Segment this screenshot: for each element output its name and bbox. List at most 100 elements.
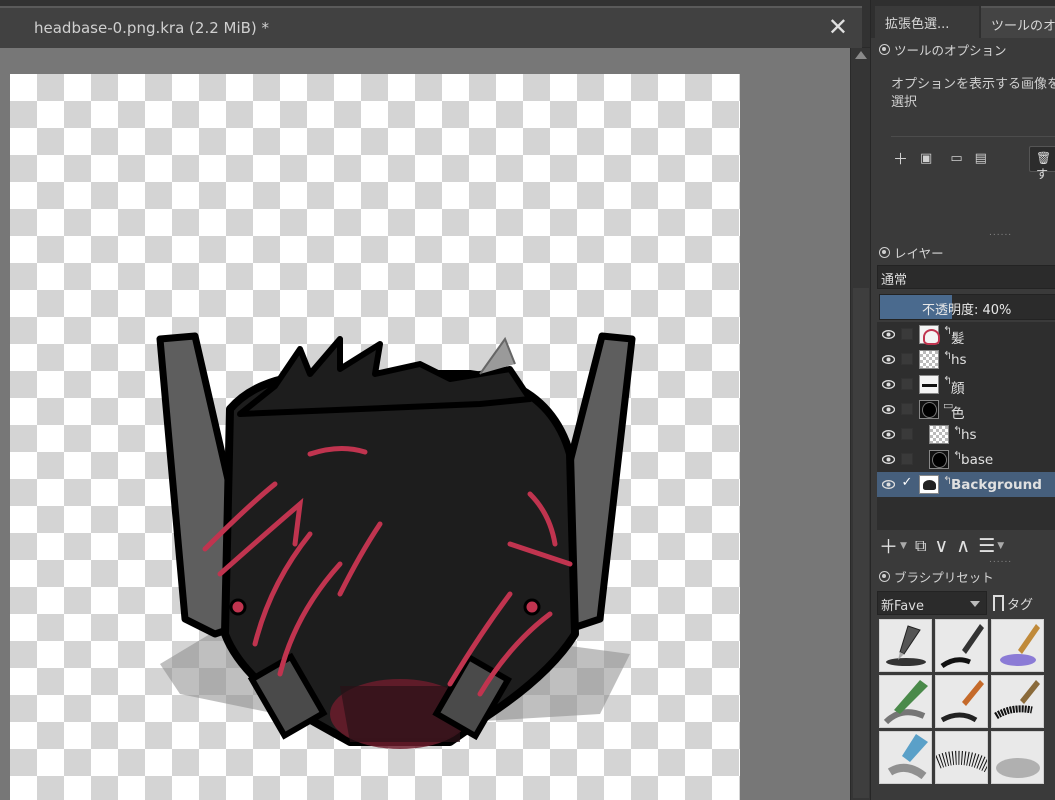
- layers-title: レイヤー: [894, 246, 944, 261]
- move-layer-down-icon[interactable]: ∨: [934, 535, 948, 557]
- layer-thumbnail: [929, 450, 949, 469]
- document-title: headbase-0.png.kra (2.2 MiB) *: [34, 19, 270, 37]
- docker-splitter-grip[interactable]: ......: [989, 228, 1012, 238]
- layer-thumbnail: [919, 475, 939, 494]
- layer-list[interactable]: ↰ 髪 ↰ hs ↰ 顔 ▭ 色 ↰ hs ↰ base ✓ ↰ Background: [877, 322, 1055, 530]
- save-preset-icon[interactable]: ▤: [975, 151, 987, 166]
- open-folder-icon[interactable]: ▭: [950, 151, 962, 166]
- brush-preset-marker[interactable]: [879, 731, 932, 784]
- eye-icon[interactable]: [881, 403, 896, 416]
- layer-select-checkbox[interactable]: [901, 353, 913, 365]
- docker-lock-icon[interactable]: [879, 247, 890, 258]
- eye-icon[interactable]: [881, 428, 896, 441]
- layer-select-checkbox[interactable]: [901, 428, 913, 440]
- layer-name: hs: [961, 427, 977, 443]
- chevron-down-icon: [970, 601, 980, 607]
- duplicate-layer-icon[interactable]: ⧉: [915, 536, 926, 556]
- scroll-up-arrow-icon[interactable]: [855, 51, 867, 59]
- move-layer-up-icon[interactable]: ∧: [956, 535, 970, 557]
- docker-lock-icon[interactable]: [879, 571, 890, 582]
- layer-name: hs: [951, 352, 967, 368]
- layer-name: base: [961, 452, 994, 468]
- layer-select-checkbox[interactable]: [901, 453, 913, 465]
- brush-preset-texture[interactable]: [935, 731, 988, 784]
- layer-name: 色: [951, 406, 965, 422]
- tab-advanced-color-selector[interactable]: 拡張色選...: [875, 6, 979, 38]
- tool-options-header: ツールのオプション: [879, 40, 1007, 59]
- scrollbar-track[interactable]: [853, 288, 869, 798]
- layer-thumbnail: [919, 375, 939, 394]
- eye-icon[interactable]: [881, 378, 896, 391]
- texture-brush-icon: [936, 750, 987, 773]
- ink-brush-icon: [940, 624, 984, 669]
- docker-splitter-grip[interactable]: ......: [989, 555, 1012, 565]
- layer-row[interactable]: ↰ base: [877, 447, 1055, 472]
- opacity-slider[interactable]: 不透明度: 40%: [879, 294, 1055, 320]
- brush-preset-ink-pen[interactable]: [879, 619, 932, 672]
- add-layer-icon[interactable]: ＋: [879, 532, 898, 559]
- brush-tag-select[interactable]: 新Fave: [877, 591, 987, 615]
- layer-select-checkbox[interactable]: [901, 328, 913, 340]
- docker-lock-icon[interactable]: [879, 44, 890, 55]
- brush-preset-airbrush[interactable]: [991, 731, 1044, 784]
- close-icon[interactable]: ✕: [828, 14, 848, 40]
- blend-mode-select[interactable]: 通常: [877, 265, 1055, 289]
- layer-properties-menu-icon[interactable]: ▼: [997, 541, 1004, 551]
- color-brush-icon: [1000, 624, 1040, 666]
- layer-thumbnail: [919, 400, 939, 419]
- document-canvas[interactable]: [10, 74, 740, 800]
- layer-select-checkbox[interactable]: [901, 378, 913, 390]
- copy-preset-icon[interactable]: ▣: [920, 151, 932, 166]
- trash-icon: 🗑: [1036, 151, 1052, 165]
- tool-options-title: ツールのオプション: [894, 43, 1007, 58]
- canvas-vertical-scrollbar[interactable]: [850, 48, 870, 800]
- layer-select-checkbox[interactable]: ✓: [901, 476, 913, 490]
- layer-name: 髪: [951, 331, 965, 347]
- layer-row[interactable]: ✓ ↰ Background: [877, 472, 1055, 497]
- brush-preset-paint-brush[interactable]: [935, 675, 988, 728]
- add-preset-icon[interactable]: ＋: [893, 148, 908, 169]
- document-tab-bar: headbase-0.png.kra (2.2 MiB) * ✕: [0, 0, 870, 48]
- layer-row[interactable]: ↰ 髪: [877, 322, 1055, 347]
- brush-preset-grid: [879, 619, 1049, 800]
- brush-preset-pencil[interactable]: [879, 675, 932, 728]
- layer-thumbnail: [919, 350, 939, 369]
- layer-row[interactable]: ↰ hs: [877, 422, 1055, 447]
- layer-row[interactable]: ▭ 色: [877, 397, 1055, 422]
- eye-icon[interactable]: [881, 453, 896, 466]
- canvas-area[interactable]: [0, 48, 850, 800]
- layer-row[interactable]: ↰ 顔: [877, 372, 1055, 397]
- layer-name: Background: [951, 477, 1042, 493]
- eye-icon[interactable]: [881, 478, 896, 491]
- brush-presets-title: ブラシプリセット: [894, 570, 994, 585]
- eye-icon[interactable]: [881, 328, 896, 341]
- layer-name: 顔: [951, 381, 965, 397]
- delete-preset-button[interactable]: 🗑す: [1029, 146, 1055, 181]
- tool-preset-toolbar: ＋ ▣ ▭ ▤: [893, 148, 987, 169]
- tool-options-message: オプションを表示する画像を選択: [891, 77, 1055, 110]
- paint-brush-icon: [940, 680, 984, 723]
- layer-thumbnail: [929, 425, 949, 444]
- artwork-image: [156, 332, 636, 749]
- delete-preset-label: す: [1036, 167, 1049, 181]
- marker-icon: [887, 734, 928, 780]
- layer-row[interactable]: ↰ hs: [877, 347, 1055, 372]
- layer-thumbnail: [919, 325, 940, 345]
- document-tab[interactable]: headbase-0.png.kra (2.2 MiB) * ✕: [0, 6, 862, 48]
- brush-presets-header: ブラシプリセット: [879, 567, 994, 586]
- tag-button-label: タグ: [1007, 597, 1034, 613]
- eye-icon[interactable]: [881, 353, 896, 366]
- brush-preset-ink-brush[interactable]: [935, 619, 988, 672]
- right-docker-panel: 拡張色選... ツールのオ ツールのオプション オプションを表示する画像を選択 …: [870, 0, 1055, 800]
- tag-button[interactable]: タグ: [993, 589, 1033, 617]
- brush-preset-color-brush[interactable]: [991, 619, 1044, 672]
- ink-pen-icon: [886, 625, 926, 666]
- layer-properties-icon[interactable]: ☰: [978, 535, 995, 557]
- layer-select-checkbox[interactable]: [901, 403, 913, 415]
- airbrush-icon: [996, 758, 1040, 778]
- brush-preset-dry-brush[interactable]: [991, 675, 1044, 728]
- divider: [891, 136, 1055, 137]
- bookmark-icon: [993, 595, 1004, 611]
- add-layer-menu-icon[interactable]: ▼: [900, 541, 907, 551]
- tab-tool-options[interactable]: ツールのオ: [981, 6, 1055, 38]
